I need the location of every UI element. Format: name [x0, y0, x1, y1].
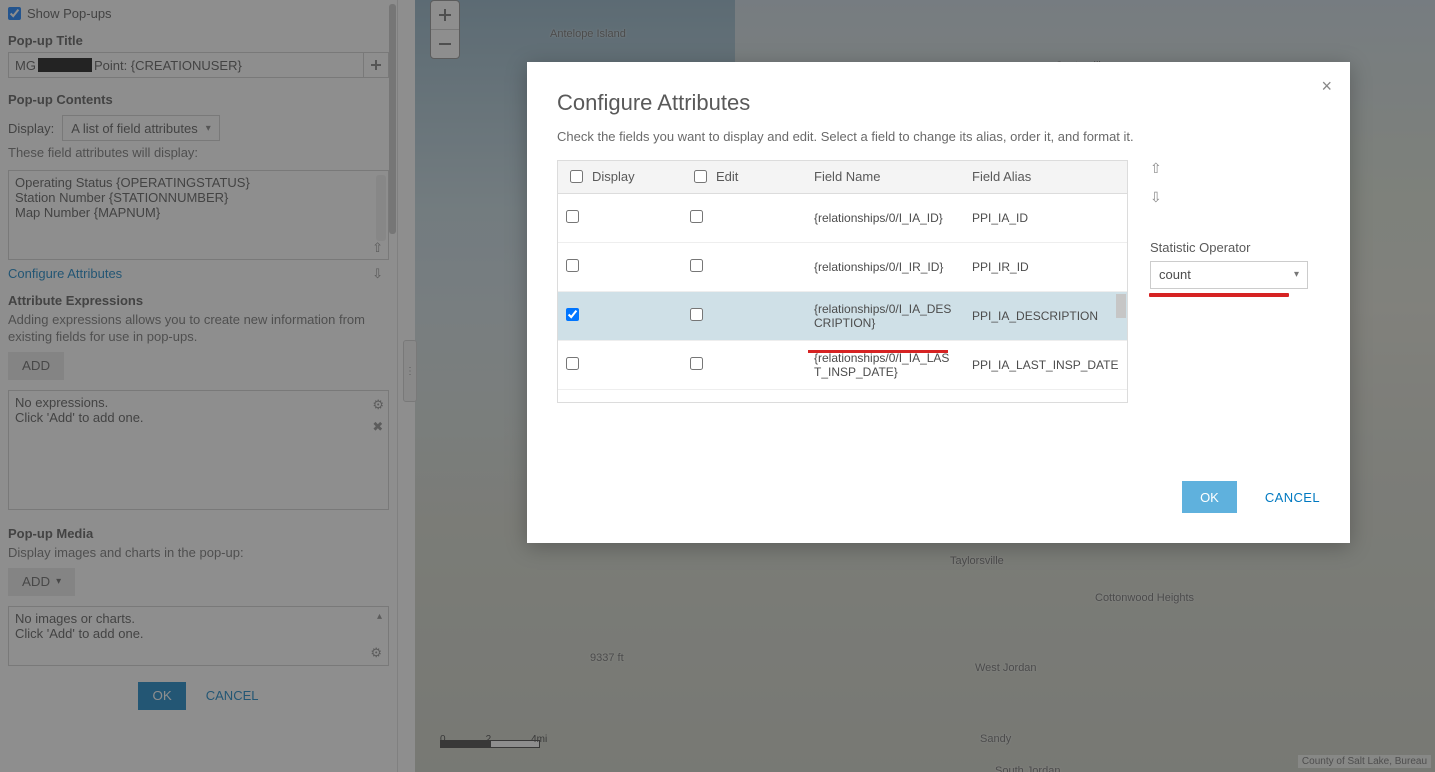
configure-attributes-dialog: × Configure Attributes Check the fields …: [527, 62, 1350, 543]
grid-body[interactable]: {relationships/0/I_IA_ID}PPI_IA_ID{relat…: [557, 194, 1128, 403]
column-header: Display: [592, 169, 635, 184]
field-alias-cell: PPI_INSPECTION_STATUS: [964, 394, 1127, 403]
display-checkbox[interactable]: [566, 259, 579, 272]
select-value: count: [1159, 267, 1191, 282]
field-alias-cell: PPI_IA_DESCRIPTION: [964, 303, 1127, 329]
table-row[interactable]: {relationships/0/INSP_STATUS}PPI_INSPECT…: [558, 390, 1127, 403]
edit-checkbox[interactable]: [690, 210, 703, 223]
field-name-cell: {relationships/0/I_IA_DESCRIPTION}: [806, 296, 964, 336]
dialog-title: Configure Attributes: [557, 90, 1320, 116]
grid-header: Display Edit Field Name Field Alias: [557, 160, 1128, 194]
close-icon[interactable]: ×: [1321, 76, 1332, 97]
grid-scrollbar[interactable]: [1115, 194, 1127, 402]
grid-side-controls: ⇧ ⇩ Statistic Operator count ▾: [1150, 160, 1320, 400]
move-up-icon[interactable]: ⇧: [1150, 160, 1320, 177]
chevron-down-icon: ▾: [1294, 269, 1299, 280]
dialog-cancel-button[interactable]: CANCEL: [1265, 490, 1320, 505]
app-root: Antelope IslandCentervilleMurrayTaylorsv…: [0, 0, 1435, 772]
display-checkbox[interactable]: [566, 357, 579, 370]
attributes-grid: Display Edit Field Name Field Alias {rel…: [557, 160, 1128, 400]
statistic-operator-label: Statistic Operator: [1150, 240, 1320, 255]
edit-checkbox[interactable]: [690, 259, 703, 272]
field-alias-cell: PPI_IA_LAST_INSP_DATE: [964, 352, 1127, 378]
annotation-underline: [808, 350, 948, 353]
edit-checkbox[interactable]: [690, 357, 703, 370]
field-name-cell: {relationships/0/I_IA_ID}: [806, 205, 964, 231]
column-header: Field Name: [814, 169, 880, 184]
annotation-underline: [1149, 293, 1289, 297]
table-row[interactable]: {relationships/0/I_IA_ID}PPI_IA_ID: [558, 194, 1127, 243]
statistic-operator-select[interactable]: count ▾: [1150, 261, 1308, 289]
table-row[interactable]: {relationships/0/I_IA_DESCRIPTION}PPI_IA…: [558, 292, 1127, 341]
column-header: Field Alias: [972, 169, 1031, 184]
field-alias-cell: PPI_IR_ID: [964, 254, 1127, 280]
dialog-subtitle: Check the fields you want to display and…: [557, 128, 1320, 146]
field-name-cell: {relationships/0/I_IR_ID}: [806, 254, 964, 280]
column-header: Edit: [716, 169, 738, 184]
display-all-checkbox[interactable]: [570, 170, 583, 183]
field-alias-cell: PPI_IA_ID: [964, 205, 1127, 231]
table-row[interactable]: {relationships/0/I_IA_LAST_INSP_DATE}PPI…: [558, 341, 1127, 390]
move-down-icon[interactable]: ⇩: [1150, 189, 1320, 206]
field-name-cell: {relationships/0/INSP_STATUS}: [806, 394, 964, 403]
dialog-ok-button[interactable]: OK: [1182, 481, 1237, 513]
edit-all-checkbox[interactable]: [694, 170, 707, 183]
edit-checkbox[interactable]: [690, 308, 703, 321]
display-checkbox[interactable]: [566, 308, 579, 321]
table-row[interactable]: {relationships/0/I_IR_ID}PPI_IR_ID: [558, 243, 1127, 292]
display-checkbox[interactable]: [566, 210, 579, 223]
